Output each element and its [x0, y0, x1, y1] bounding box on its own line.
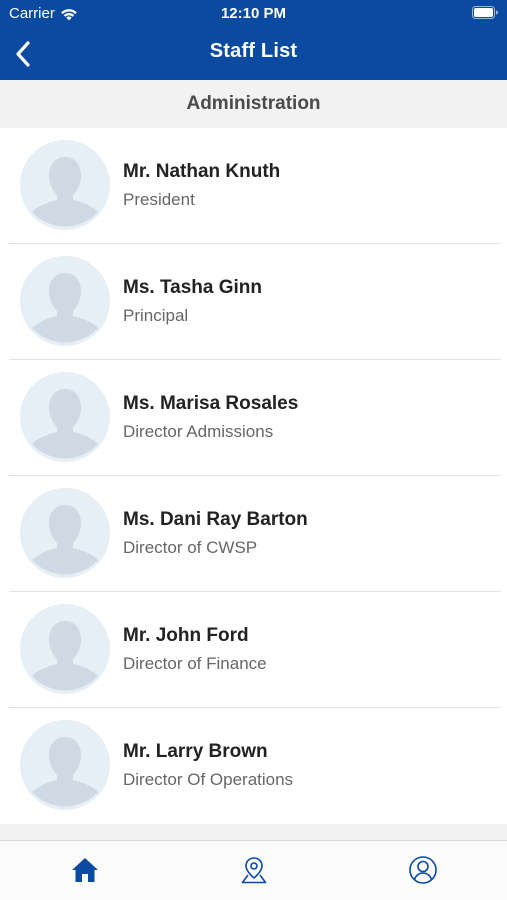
staff-row[interactable]: Ms. Marisa Rosales Director Admissions — [0, 360, 507, 476]
section-title: Administration — [186, 93, 321, 114]
staff-name: Mr. Nathan Knuth — [123, 161, 281, 182]
home-icon — [71, 858, 98, 882]
top-bar: Carrier 12:10 PM Staff List — [0, 0, 507, 80]
avatar-placeholder-icon — [20, 604, 110, 694]
staff-title: Director of CWSP — [123, 538, 258, 557]
staff-title: President — [123, 190, 195, 209]
staff-title: Director of Finance — [123, 654, 267, 673]
tab-bar — [0, 840, 507, 900]
staff-row[interactable]: Mr. John Ford Director of Finance — [0, 592, 507, 708]
staff-title: Director Of Operations — [123, 770, 294, 789]
staff-title: Principal — [123, 306, 189, 325]
status-bar: Carrier 12:10 PM — [0, 0, 507, 28]
page-title: Staff List — [209, 40, 298, 62]
staff-row[interactable]: Mr. Nathan Knuth President — [0, 128, 507, 244]
staff-row[interactable]: Ms. Dani Ray Barton Director of CWSP — [0, 476, 507, 592]
navigation-bar: Staff List — [0, 28, 507, 80]
avatar-placeholder-icon — [20, 488, 110, 578]
staff-list: Mr. Nathan Knuth President Ms. Tasha Gin… — [0, 128, 507, 824]
list-footer-spacer — [0, 824, 507, 840]
staff-list-screen: Carrier 12:10 PM Staff List Administrati… — [0, 0, 507, 900]
tab-location[interactable] — [169, 841, 338, 900]
avatar-placeholder-icon — [20, 372, 110, 462]
status-time: 12:10 PM — [220, 5, 287, 22]
staff-row[interactable]: Ms. Tasha Ginn Principal — [0, 244, 507, 360]
staff-name: Mr. Larry Brown — [123, 741, 268, 762]
avatar-placeholder-icon — [20, 256, 110, 346]
battery-icon — [472, 6, 498, 19]
profile-icon — [408, 856, 437, 884]
staff-title: Director Admissions — [123, 422, 274, 441]
avatar-placeholder-icon — [20, 720, 110, 810]
tab-home[interactable] — [0, 841, 169, 900]
staff-row[interactable]: Mr. Larry Brown Director Of Operations — [0, 708, 507, 824]
tab-profile[interactable] — [338, 841, 507, 900]
section-header: Administration — [0, 80, 507, 128]
staff-name: Ms. Marisa Rosales — [123, 393, 299, 414]
staff-name: Ms. Dani Ray Barton — [123, 509, 308, 530]
staff-name: Ms. Tasha Ginn — [123, 277, 263, 298]
avatar-placeholder-icon — [20, 140, 110, 230]
map-pin-icon — [241, 857, 266, 884]
staff-name: Mr. John Ford — [123, 625, 249, 646]
